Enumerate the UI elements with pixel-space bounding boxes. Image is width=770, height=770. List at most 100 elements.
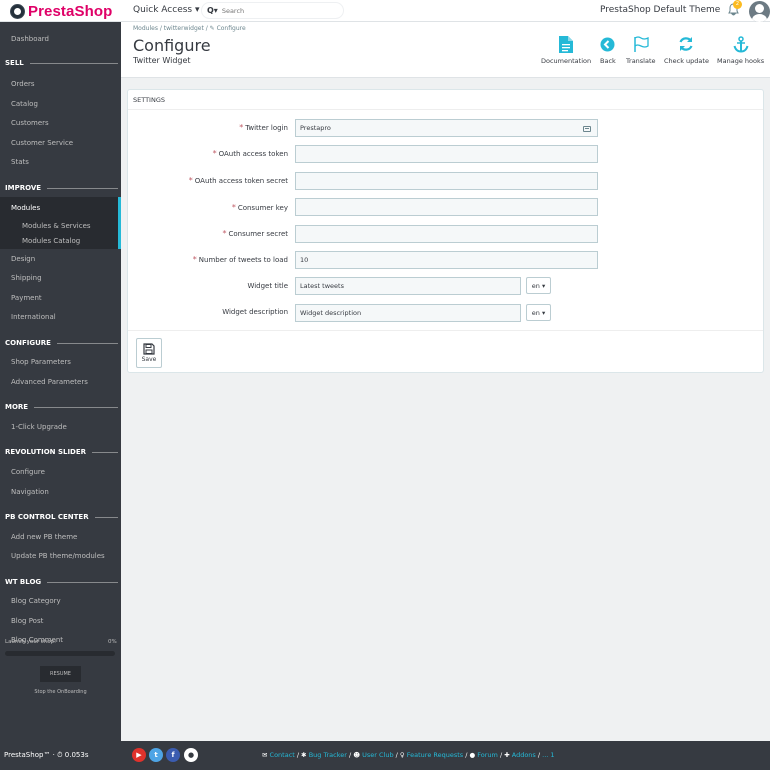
sidebar-section-wt-blog: WT BLOG <box>5 578 118 586</box>
widget-description-input[interactable] <box>295 304 521 322</box>
documentation-button[interactable]: Documentation <box>541 34 591 65</box>
save-button[interactable]: Save <box>136 338 162 368</box>
document-icon <box>559 34 574 54</box>
search-input[interactable] <box>221 6 322 15</box>
sidebar-item-shop-parameters[interactable]: Shop Parameters <box>11 358 71 366</box>
sidebar-item-catalog[interactable]: Catalog <box>11 100 38 108</box>
github-icon[interactable]: ● <box>184 748 198 762</box>
users-icon: ☻ <box>353 751 361 759</box>
footer-links: ✉ Contact / ✱ Bug Tracker / ☻ User Club … <box>262 751 555 759</box>
widget-title-language-button[interactable]: en ▾ <box>526 277 551 294</box>
sidebar-section-revolution-slider: REVOLUTION SLIDER <box>5 448 118 456</box>
footer-link-feature-requests[interactable]: Feature Requests <box>407 751 463 759</box>
avatar-icon[interactable] <box>749 1 770 22</box>
footer-link-addons[interactable]: Addons <box>512 751 536 759</box>
footer-version: PrestaShop™ · ⏱ 0.053s <box>4 751 89 759</box>
sidebar-item-orders[interactable]: Orders <box>11 80 35 88</box>
onboarding-label: Launch your shop! <box>5 639 57 645</box>
widget-description-label: Widget description <box>222 308 288 316</box>
sidebar-item-blog-post[interactable]: Blog Post <box>11 617 43 625</box>
sidebar-item-update-pb[interactable]: Update PB theme/modules <box>11 552 105 560</box>
sidebar-item-customers[interactable]: Customers <box>11 119 49 127</box>
sidebar-section-sell: SELL <box>5 59 118 67</box>
sidebar-section-improve: IMPROVE <box>5 184 118 192</box>
twitter-login-input[interactable] <box>295 119 598 137</box>
sidebar-item-rs-configure[interactable]: Configure <box>11 468 45 476</box>
sidebar-item-shipping[interactable]: Shipping <box>11 274 42 282</box>
notifications-button[interactable]: 2 <box>728 0 742 20</box>
sidebar-section-configure: CONFIGURE <box>5 339 118 347</box>
search-icon[interactable]: Q▾ <box>207 6 218 15</box>
save-icon <box>143 343 155 355</box>
sidebar-item-1-click-upgrade[interactable]: 1-Click Upgrade <box>11 423 67 431</box>
search-box[interactable]: Q▾ <box>201 2 344 19</box>
notification-badge: 2 <box>733 0 742 9</box>
sidebar-section-more: MORE <box>5 403 118 411</box>
oauth-access-token-secret-input[interactable] <box>295 172 598 190</box>
twitter-login-label: * Twitter login <box>239 123 288 132</box>
oauth-access-token-label: * OAuth access token <box>212 149 288 158</box>
page-subtitle: Twitter Widget <box>133 56 191 65</box>
puzzle-icon: ✚ <box>504 751 510 759</box>
sidebar-item-dashboard[interactable]: Dashboard <box>11 35 49 43</box>
footer-link-bug-tracker[interactable]: Bug Tracker <box>309 751 347 759</box>
translate-button[interactable]: Translate <box>626 34 656 65</box>
sidebar-item-stats[interactable]: Stats <box>11 158 29 166</box>
panel-footer-divider <box>128 330 763 331</box>
refresh-icon <box>678 34 694 54</box>
consumer-secret-input[interactable] <box>295 225 598 243</box>
sidebar-item-rs-navigation[interactable]: Navigation <box>11 488 49 496</box>
sidebar-item-modules-catalog[interactable]: Modules Catalog <box>22 237 80 245</box>
oauth-access-token-secret-label: * OAuth access token secret <box>188 176 288 185</box>
page-title: Configure <box>133 36 211 55</box>
footer-link-forum[interactable]: Forum <box>477 751 498 759</box>
sidebar-item-blog-category[interactable]: Blog Category <box>11 597 61 605</box>
bug-icon: ✱ <box>301 751 307 759</box>
back-arrow-icon <box>600 34 615 54</box>
prestashop-logo[interactable]: PrestaShop <box>10 2 112 20</box>
sidebar: Dashboard SELL Orders Catalog Customers … <box>0 22 121 741</box>
sidebar-item-add-pb-theme[interactable]: Add new PB theme <box>11 533 77 541</box>
consumer-secret-label: * Consumer secret <box>222 229 289 238</box>
widget-title-input[interactable] <box>295 277 521 295</box>
id-card-icon <box>583 126 591 132</box>
onboarding-progress-bar <box>5 651 115 656</box>
footer-link-user-club[interactable]: User Club <box>362 751 393 759</box>
tweets-count-input[interactable] <box>295 251 598 269</box>
sidebar-item-international[interactable]: International <box>11 313 56 321</box>
facebook-icon[interactable]: f <box>166 748 180 762</box>
sidebar-item-design[interactable]: Design <box>11 255 35 263</box>
footer-link-more[interactable]: ... 1 <box>542 751 554 759</box>
breadcrumb[interactable]: Modules / twitterwidget / ✎ Configure <box>133 25 246 32</box>
sidebar-item-payment[interactable]: Payment <box>11 294 42 302</box>
youtube-icon[interactable]: ▶ <box>132 748 146 762</box>
sidebar-item-modules[interactable]: Modules <box>11 204 40 212</box>
widget-description-language-button[interactable]: en ▾ <box>526 304 551 321</box>
consumer-key-label: * Consumer key <box>231 203 288 212</box>
sidebar-section-pb-control-center: PB CONTROL CENTER <box>5 513 118 521</box>
resume-button[interactable]: RESUME <box>40 666 81 682</box>
manage-hooks-button[interactable]: Manage hooks <box>717 34 764 65</box>
widget-title-label: Widget title <box>247 282 288 290</box>
sidebar-item-modules-services[interactable]: Modules & Services <box>22 222 91 230</box>
onboarding-progress-text: 0% <box>108 639 117 645</box>
flag-icon <box>633 34 649 54</box>
sidebar-item-advanced-parameters[interactable]: Advanced Parameters <box>11 378 88 386</box>
footer: PrestaShop™ · ⏱ 0.053s ▶ t f ● ✉ Contact… <box>0 741 770 770</box>
tweets-count-label: * Number of tweets to load <box>192 255 288 264</box>
anchor-icon <box>733 34 749 54</box>
stop-onboarding-link[interactable]: Stop the OnBoarding <box>0 689 121 695</box>
quick-access-dropdown[interactable]: Quick Access ▾ <box>133 5 200 15</box>
twitter-icon[interactable]: t <box>149 748 163 762</box>
footer-link-contact[interactable]: Contact <box>270 751 295 759</box>
consumer-key-input[interactable] <box>295 198 598 216</box>
sidebar-item-customer-service[interactable]: Customer Service <box>11 139 73 147</box>
oauth-access-token-input[interactable] <box>295 145 598 163</box>
logo-text: PrestaShop <box>28 2 113 20</box>
top-bar: PrestaShop Quick Access ▾ Q▾ PrestaShop … <box>0 0 770 22</box>
check-update-button[interactable]: Check update <box>664 34 709 65</box>
shop-name-link[interactable]: PrestaShop Default Theme <box>600 5 720 15</box>
page-header: Modules / twitterwidget / ✎ Configure Co… <box>121 22 770 78</box>
settings-panel: SETTINGS *Twitter login *OAuth access to… <box>127 89 764 373</box>
back-button[interactable]: Back <box>600 34 616 65</box>
